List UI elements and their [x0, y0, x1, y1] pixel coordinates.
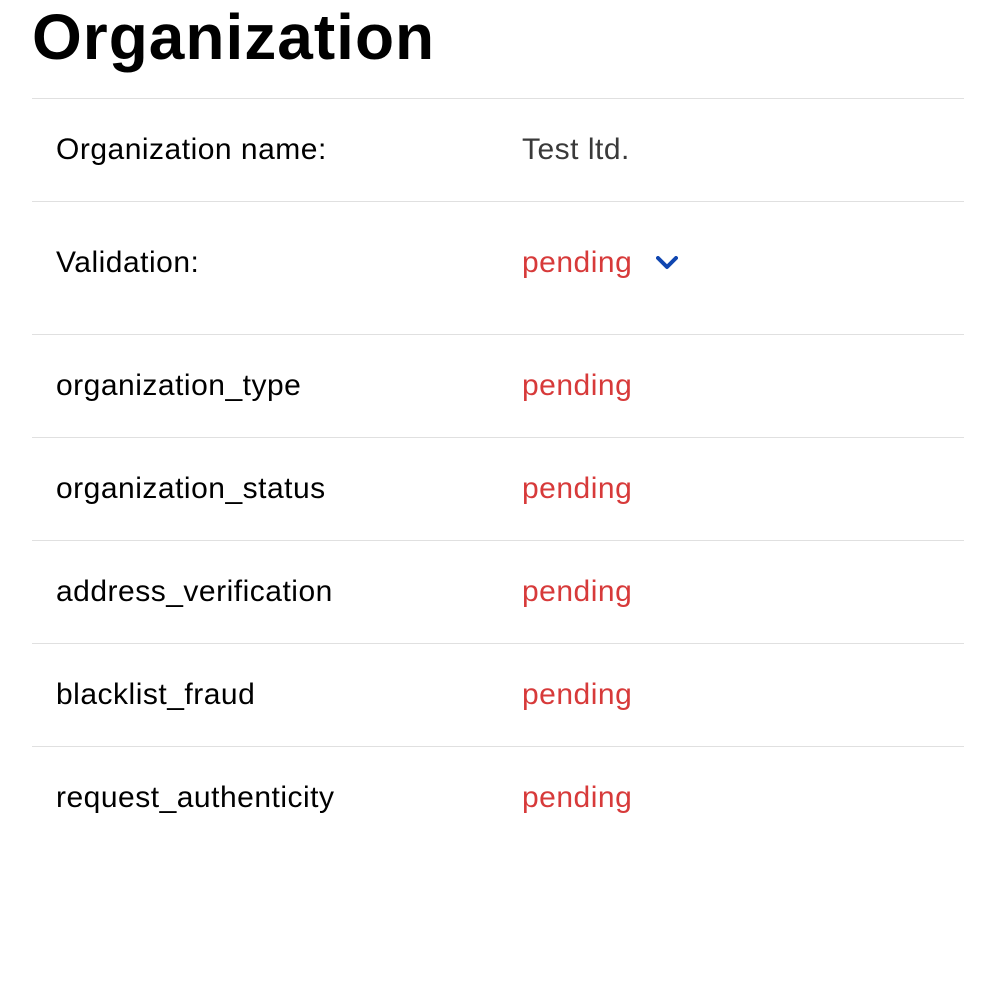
organization-status-value: pending: [522, 472, 632, 506]
row-validation: Validation: pending: [32, 201, 964, 334]
row-organization-status: organization_status pending: [32, 437, 964, 540]
request-authenticity-label: request_authenticity: [56, 781, 522, 815]
organization-type-label: organization_type: [56, 369, 522, 403]
validation-label: Validation:: [56, 246, 522, 280]
row-request-authenticity: request_authenticity pending: [32, 746, 964, 849]
organization-status-label: organization_status: [56, 472, 522, 506]
page-title: Organization: [32, 0, 964, 74]
organization-name-value: Test ltd.: [522, 133, 630, 167]
chevron-down-icon: [656, 256, 678, 270]
validation-dropdown[interactable]: pending: [522, 246, 678, 280]
blacklist-fraud-value: pending: [522, 678, 632, 712]
organization-type-value: pending: [522, 369, 632, 403]
row-organization-type: organization_type pending: [32, 334, 964, 437]
address-verification-label: address_verification: [56, 575, 522, 609]
row-address-verification: address_verification pending: [32, 540, 964, 643]
row-organization-name: Organization name: Test ltd.: [32, 98, 964, 201]
request-authenticity-value: pending: [522, 781, 632, 815]
organization-section: Organization Organization name: Test ltd…: [0, 0, 996, 849]
organization-name-label: Organization name:: [56, 133, 522, 167]
blacklist-fraud-label: blacklist_fraud: [56, 678, 522, 712]
validation-value: pending: [522, 246, 632, 280]
address-verification-value: pending: [522, 575, 632, 609]
row-blacklist-fraud: blacklist_fraud pending: [32, 643, 964, 746]
